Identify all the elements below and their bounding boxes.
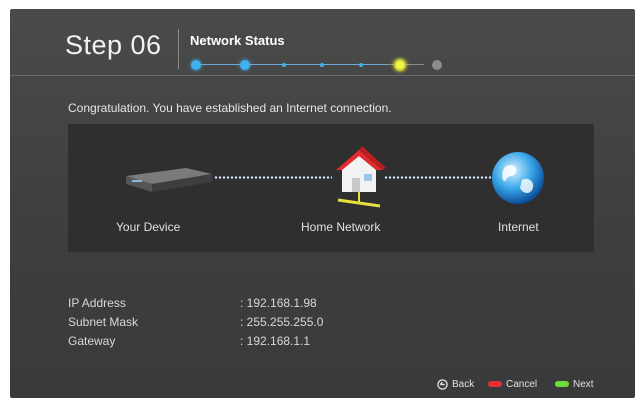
home-network-label: Home Network bbox=[301, 220, 381, 234]
home-network-icon bbox=[336, 146, 386, 208]
globe-icon bbox=[492, 152, 544, 204]
next-label: Next bbox=[573, 379, 594, 390]
next-button[interactable]: Next bbox=[555, 379, 594, 390]
info-key: Subnet Mask bbox=[68, 315, 139, 329]
back-label: Back bbox=[452, 379, 475, 391]
footer-controls: Back Cancel Next bbox=[425, 379, 625, 395]
step-dot-5 bbox=[359, 63, 363, 67]
step-dot-1 bbox=[191, 60, 201, 70]
green-key-icon bbox=[555, 381, 569, 388]
cancel-label: Cancel bbox=[506, 379, 538, 390]
red-key-icon bbox=[488, 381, 502, 388]
success-message: Congratulation. You have established an … bbox=[68, 101, 392, 115]
link-network-internet bbox=[384, 176, 492, 179]
step-label: Step 06 bbox=[65, 30, 162, 60]
info-key: Gateway bbox=[68, 334, 116, 348]
header-divider bbox=[178, 29, 179, 69]
header-separator bbox=[10, 75, 635, 76]
step-dot-current bbox=[394, 59, 406, 71]
device-label: Your Device bbox=[116, 220, 181, 234]
step-progress bbox=[190, 58, 442, 72]
connection-diagram: Your Device Home Network Internet bbox=[68, 124, 594, 252]
cancel-button[interactable]: Cancel bbox=[488, 379, 537, 390]
back-button[interactable]: Back bbox=[437, 379, 474, 390]
link-device-network bbox=[214, 176, 332, 179]
step-dot-2 bbox=[240, 60, 250, 70]
back-icon bbox=[437, 379, 448, 390]
header: Step 06 Network Status bbox=[10, 9, 635, 75]
info-value: : 192.168.1.98 bbox=[240, 296, 317, 310]
step-dot-3 bbox=[282, 63, 286, 67]
info-key: IP Address bbox=[68, 296, 126, 310]
page-title: Network Status bbox=[190, 33, 285, 48]
setup-screen: Step 06 Network Status Congratulation. Y… bbox=[10, 9, 635, 398]
step-dot-4 bbox=[320, 63, 324, 67]
step-dot-7 bbox=[432, 60, 442, 70]
set-top-box-icon bbox=[126, 168, 212, 192]
info-value: : 255.255.255.0 bbox=[240, 315, 324, 329]
internet-label: Internet bbox=[498, 220, 539, 234]
info-value: : 192.168.1.1 bbox=[240, 334, 311, 348]
